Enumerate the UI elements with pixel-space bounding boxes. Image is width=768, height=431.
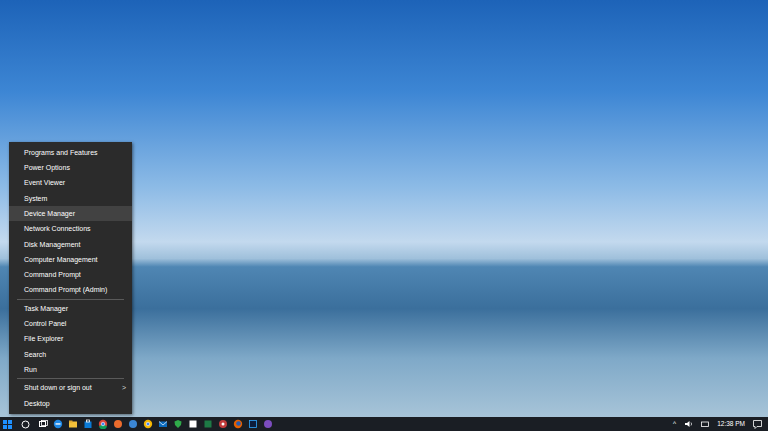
menu-item[interactable]: Device Manager bbox=[9, 206, 132, 221]
shield-icon bbox=[173, 419, 183, 429]
chrome-icon bbox=[143, 419, 153, 429]
app-icon bbox=[113, 419, 123, 429]
notification-icon[interactable] bbox=[753, 420, 762, 429]
menu-item[interactable]: Run bbox=[9, 362, 132, 377]
speaker-icon[interactable] bbox=[684, 420, 693, 428]
menu-item-label: Computer Management bbox=[24, 256, 98, 264]
taskbar-app[interactable] bbox=[125, 417, 140, 431]
chrome-icon bbox=[98, 419, 108, 429]
menu-item[interactable]: System bbox=[9, 191, 132, 206]
menu-item-label: Command Prompt bbox=[24, 271, 81, 279]
store-icon bbox=[83, 419, 93, 429]
taskbar-app[interactable] bbox=[95, 417, 110, 431]
menu-item[interactable]: Power Options bbox=[9, 160, 132, 175]
firefox-icon bbox=[233, 419, 243, 429]
taskbar-app[interactable] bbox=[110, 417, 125, 431]
taskbar-app[interactable] bbox=[245, 417, 260, 431]
menu-item-label: Disk Management bbox=[24, 241, 80, 249]
system-tray: ^ 12:38 PM bbox=[673, 420, 766, 429]
photoshop-icon bbox=[248, 419, 258, 429]
menu-item-label: Shut down or sign out bbox=[24, 384, 92, 392]
app-icon bbox=[188, 419, 198, 429]
menu-item-label: Control Panel bbox=[24, 320, 66, 328]
app-icon bbox=[263, 419, 273, 429]
taskbar: ^ 12:38 PM bbox=[0, 417, 768, 431]
menu-item-label: Task Manager bbox=[24, 305, 68, 313]
desktop-screen: Programs and Features Power Options Event … bbox=[0, 0, 768, 431]
submenu-arrow: > bbox=[122, 384, 126, 392]
context-menu: Programs and Features Power Options Event … bbox=[9, 142, 132, 414]
menu-item-label: Programs and Features bbox=[24, 149, 98, 157]
taskbar-app[interactable] bbox=[80, 417, 95, 431]
tray-chevron[interactable]: ^ bbox=[673, 421, 676, 428]
menu-item[interactable]: Programs and Features bbox=[9, 145, 132, 160]
menu-item[interactable]: Disk Management bbox=[9, 237, 132, 252]
search-circle-icon bbox=[21, 420, 30, 429]
taskbar-app[interactable] bbox=[155, 417, 170, 431]
menu-separator bbox=[17, 378, 124, 379]
app-icon bbox=[128, 419, 138, 429]
menu-item-label: System bbox=[24, 195, 47, 203]
menu-item[interactable]: Command Prompt bbox=[9, 267, 132, 282]
excel-icon bbox=[203, 419, 213, 429]
task-view-button[interactable] bbox=[36, 417, 50, 431]
menu-item[interactable]: Network Connections bbox=[9, 221, 132, 236]
search-button[interactable] bbox=[18, 417, 32, 431]
menu-item[interactable]: Computer Management bbox=[9, 252, 132, 267]
taskbar-app[interactable] bbox=[230, 417, 245, 431]
menu-item-label: File Explorer bbox=[24, 335, 63, 343]
taskbar-app[interactable] bbox=[260, 417, 275, 431]
menu-item[interactable]: Control Panel bbox=[9, 316, 132, 331]
menu-item[interactable]: File Explorer bbox=[9, 332, 132, 347]
menu-item-label: Network Connections bbox=[24, 225, 91, 233]
taskbar-app[interactable] bbox=[50, 417, 65, 431]
wallpaper: Programs and Features Power Options Event … bbox=[0, 0, 768, 417]
menu-item-label: Desktop bbox=[24, 400, 50, 408]
taskbar-app[interactable] bbox=[140, 417, 155, 431]
taskbar-app[interactable] bbox=[215, 417, 230, 431]
menu-item[interactable]: Command Prompt (Admin) bbox=[9, 283, 132, 298]
menu-item[interactable]: Event Viewer bbox=[9, 176, 132, 191]
folder-icon bbox=[68, 419, 78, 429]
keyboard-icon[interactable] bbox=[701, 420, 709, 428]
menu-item-label: Event Viewer bbox=[24, 179, 65, 187]
menu-item-label: Command Prompt (Admin) bbox=[24, 286, 107, 294]
windows-logo-icon bbox=[3, 420, 12, 429]
taskbar-app[interactable] bbox=[170, 417, 185, 431]
edge-icon bbox=[53, 419, 63, 429]
menu-item-label: Search bbox=[24, 351, 46, 359]
menu-item[interactable]: Shut down or sign out > bbox=[9, 380, 132, 395]
app-icon bbox=[218, 419, 228, 429]
menu-item[interactable]: Search bbox=[9, 347, 132, 362]
clock[interactable]: 12:38 PM bbox=[717, 421, 745, 428]
menu-item[interactable]: Desktop bbox=[9, 396, 132, 411]
menu-separator bbox=[17, 299, 124, 300]
menu-item-label: Run bbox=[24, 366, 37, 374]
start-button[interactable] bbox=[0, 417, 14, 431]
menu-item-label: Device Manager bbox=[24, 210, 75, 218]
taskbar-left bbox=[0, 417, 673, 431]
taskbar-app[interactable] bbox=[200, 417, 215, 431]
menu-item[interactable]: Task Manager bbox=[9, 301, 132, 316]
task-view-icon bbox=[39, 420, 48, 428]
taskbar-app[interactable] bbox=[185, 417, 200, 431]
taskbar-app[interactable] bbox=[65, 417, 80, 431]
menu-item-label: Power Options bbox=[24, 164, 70, 172]
mail-icon bbox=[158, 419, 168, 429]
